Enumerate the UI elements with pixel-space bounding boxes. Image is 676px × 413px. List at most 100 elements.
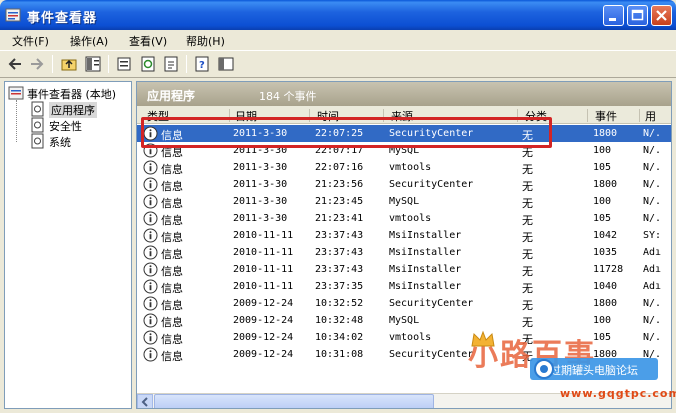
cell-category: 无 <box>522 180 533 193</box>
up-folder-icon[interactable] <box>60 55 78 73</box>
table-row[interactable]: 信息 2010-11-11 23:37:43 MsiInstaller 无 11… <box>137 261 671 278</box>
cell-date: 2010-11-11 <box>233 230 294 241</box>
event-viewer-icon <box>5 8 21 22</box>
forward-icon[interactable] <box>28 55 46 73</box>
table-row[interactable]: 信息 2010-11-11 23:37:43 MsiInstaller 无 10… <box>137 244 671 261</box>
event-count: 184 个事件 <box>259 90 317 103</box>
title-bar[interactable]: 事件查看器 <box>0 0 676 30</box>
info-icon <box>143 177 158 192</box>
maximize-icon <box>631 9 644 21</box>
log-icon <box>31 101 44 117</box>
export-list-icon[interactable] <box>162 55 180 73</box>
cell-category: 无 <box>522 265 533 278</box>
cell-category: 无 <box>522 197 533 210</box>
info-icon <box>143 347 158 362</box>
table-row[interactable]: 信息 2011-3-30 21:23:41 vmtools 无 105 N/. <box>137 210 671 227</box>
column-event[interactable]: 事件 <box>595 108 617 124</box>
column-divider[interactable] <box>587 109 588 122</box>
cell-time: 10:32:48 <box>315 315 364 326</box>
cell-date: 2011-3-30 <box>233 162 288 173</box>
cell-event: 100 <box>593 315 612 326</box>
cell-type: 信息 <box>161 333 183 346</box>
tree-node-security-label: 安全性 <box>49 120 82 133</box>
back-icon[interactable] <box>6 55 24 73</box>
info-icon <box>143 228 158 243</box>
cell-time: 23:37:43 <box>315 247 364 258</box>
cell-user: N/. <box>643 128 662 139</box>
show-hide-tree-icon[interactable] <box>84 55 102 73</box>
pane-header: 应用程序 184 个事件 <box>137 82 671 106</box>
tree-node-root-label: 事件查看器 (本地) <box>27 88 117 101</box>
table-row[interactable]: 信息 2010-11-11 23:37:43 MsiInstaller 无 10… <box>137 227 671 244</box>
cell-time: 21:23:45 <box>315 196 364 207</box>
cell-event: 1800 <box>593 298 618 309</box>
cell-date: 2011-3-30 <box>233 196 288 207</box>
log-icon <box>31 133 44 149</box>
cell-event: 1035 <box>593 247 618 258</box>
info-icon <box>143 211 158 226</box>
cell-time: 10:31:08 <box>315 349 364 360</box>
cell-type: 信息 <box>161 265 183 278</box>
column-user[interactable]: 用 <box>645 108 656 124</box>
cell-source: vmtools <box>389 162 432 173</box>
cell-event: 105 <box>593 162 612 173</box>
cell-date: 2010-11-11 <box>233 281 294 292</box>
menu-help[interactable]: 帮助(H) <box>186 33 225 49</box>
menu-file[interactable]: 文件(F) <box>12 33 49 49</box>
scroll-left-button[interactable] <box>137 394 153 408</box>
column-divider[interactable] <box>639 109 640 122</box>
info-icon <box>143 279 158 294</box>
cell-event: 1800 <box>593 179 618 190</box>
cell-source: MsiInstaller <box>389 230 462 241</box>
tree-connector <box>16 100 17 142</box>
cell-date: 2010-11-11 <box>233 264 294 275</box>
cell-type: 信息 <box>161 163 183 176</box>
table-row[interactable]: 信息 2011-3-30 21:23:45 MySQL 无 100 N/. <box>137 193 671 210</box>
highlight-box <box>141 117 552 148</box>
properties-icon[interactable] <box>115 55 133 73</box>
cell-type: 信息 <box>161 248 183 261</box>
cell-type: 信息 <box>161 214 183 227</box>
window-title: 事件查看器 <box>27 11 98 26</box>
cell-source: MsiInstaller <box>389 247 462 258</box>
refresh-icon[interactable] <box>139 55 157 73</box>
cell-source: vmtools <box>389 213 432 224</box>
menu-action[interactable]: 操作(A) <box>70 33 108 49</box>
cell-category: 无 <box>522 316 533 329</box>
table-row[interactable]: 信息 2010-11-11 23:37:35 MsiInstaller 无 10… <box>137 278 671 295</box>
info-icon <box>143 313 158 328</box>
pane-title: 应用程序 <box>147 89 196 103</box>
cell-type: 信息 <box>161 316 183 329</box>
info-icon <box>143 296 158 311</box>
close-button[interactable] <box>651 5 672 26</box>
cell-time: 23:37:35 <box>315 281 364 292</box>
cell-time: 10:32:52 <box>315 298 364 309</box>
table-row[interactable]: 信息 2011-3-30 22:07:16 vmtools 无 105 N/. <box>137 159 671 176</box>
cell-date: 2011-3-30 <box>233 179 288 190</box>
table-row[interactable]: 信息 2011-3-30 21:23:56 SecurityCenter 无 1… <box>137 176 671 193</box>
scroll-thumb[interactable] <box>154 394 434 408</box>
minimize-button[interactable] <box>603 5 624 26</box>
maximize-button[interactable] <box>627 5 648 26</box>
cell-user: N/. <box>643 213 662 224</box>
event-viewer-icon <box>8 86 24 100</box>
toolbar-separator <box>52 55 53 73</box>
cell-event: 100 <box>593 145 612 156</box>
console-icon[interactable] <box>217 55 235 73</box>
watermark-badge-text: 过期罐头电脑论坛 <box>550 364 638 377</box>
forum-logo-icon <box>534 359 554 379</box>
menu-view[interactable]: 查看(V) <box>129 33 167 49</box>
cell-source: MsiInstaller <box>389 281 462 292</box>
cell-type: 信息 <box>161 197 183 210</box>
cell-date: 2010-11-11 <box>233 247 294 258</box>
cell-date: 2009-12-24 <box>233 332 294 343</box>
cell-category: 无 <box>522 299 533 312</box>
cell-time: 21:23:41 <box>315 213 364 224</box>
cell-time: 10:34:02 <box>315 332 364 343</box>
table-row[interactable]: 信息 2009-12-24 10:32:52 SecurityCenter 无 … <box>137 295 671 312</box>
cell-category: 无 <box>522 163 533 176</box>
cell-event: 100 <box>593 196 612 207</box>
cell-type: 信息 <box>161 282 183 295</box>
table-row[interactable]: 信息 2009-12-24 10:32:48 MySQL 无 100 N/. <box>137 312 671 329</box>
help-icon[interactable]: ? <box>193 55 211 73</box>
